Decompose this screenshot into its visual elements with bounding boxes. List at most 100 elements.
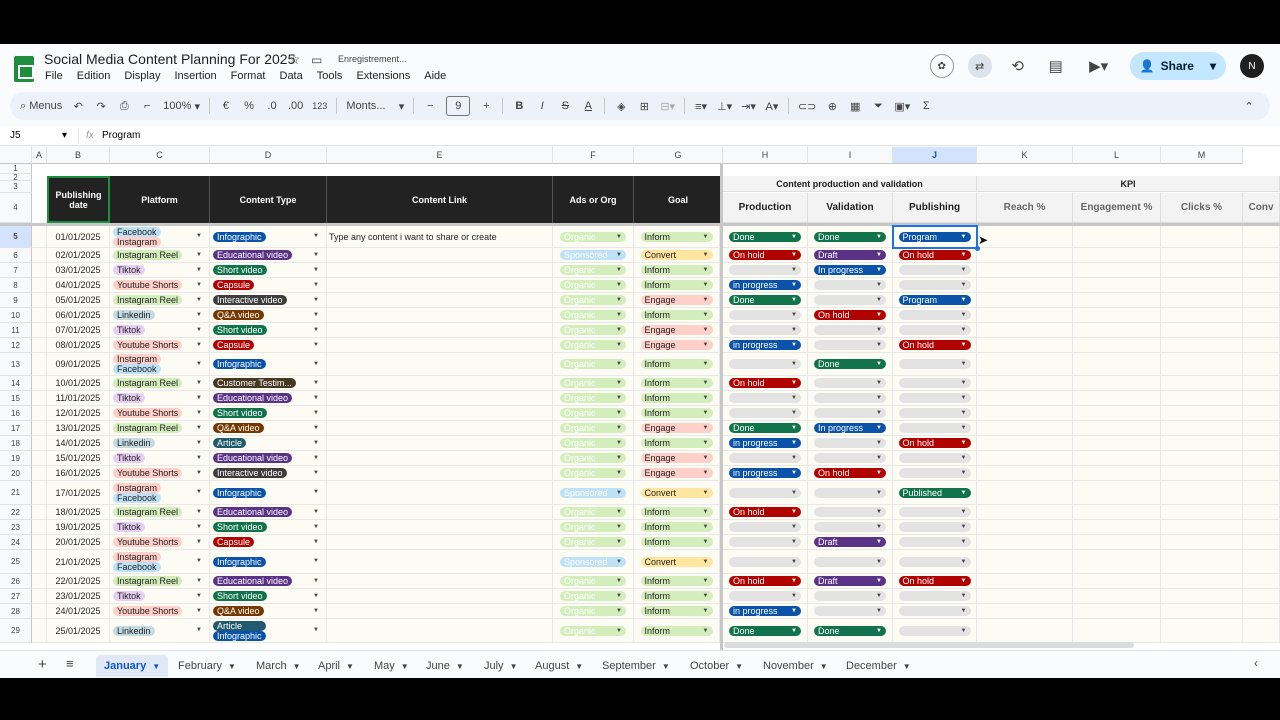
cell-goal[interactable]: Inform ▼ xyxy=(634,574,720,589)
cell-platform[interactable]: Linkedin xyxy=(110,436,210,451)
cell-pub[interactable]: ▼ xyxy=(893,391,977,406)
cell-kpi[interactable] xyxy=(977,436,1073,451)
status-chip[interactable]: ▼ xyxy=(729,265,801,275)
column-header-D[interactable]: D xyxy=(210,147,327,164)
cell-goal[interactable]: Convert ▼ xyxy=(634,550,720,574)
redo-icon[interactable]: ↷ xyxy=(94,96,108,116)
status-chip[interactable]: ▼ xyxy=(729,393,801,403)
dropdown-arrow-icon[interactable]: ▼ xyxy=(703,423,709,433)
status-chip[interactable]: ▼ xyxy=(898,606,971,616)
cell-kpi[interactable] xyxy=(1073,406,1161,421)
cell-kpi[interactable] xyxy=(1243,481,1280,505)
dropdown-arrow-icon[interactable]: ▼ xyxy=(703,340,709,350)
cell-kpi[interactable] xyxy=(1073,481,1161,505)
cell-empty[interactable] xyxy=(32,248,47,263)
dropdown-arrow-icon[interactable]: ▼ xyxy=(313,233,319,239)
status-chip[interactable]: Done ▼ xyxy=(814,625,886,636)
dropdown-arrow-icon[interactable]: ▼ xyxy=(961,537,967,547)
cell-date[interactable]: 08/01/2025 xyxy=(47,338,110,353)
cell-kpi[interactable] xyxy=(1243,619,1280,643)
cell-prod[interactable]: On hold ▼ xyxy=(723,574,808,589)
cell-kpi[interactable] xyxy=(1073,226,1161,248)
cell-date[interactable]: 01/01/2025 xyxy=(47,226,110,248)
cell-empty[interactable] xyxy=(32,338,47,353)
cell-val[interactable]: Done ▼ xyxy=(808,226,893,248)
cell-prod[interactable]: ▼ xyxy=(723,481,808,505)
sheet-tab-july[interactable]: July ▼ xyxy=(476,655,525,677)
name-box[interactable]: J5 xyxy=(10,130,21,141)
cell-kpi[interactable] xyxy=(1161,574,1243,589)
cell-val[interactable]: ▼ xyxy=(808,406,893,421)
cell-kpi[interactable] xyxy=(1161,353,1243,376)
status-chip[interactable]: On hold ▼ xyxy=(814,468,886,478)
status-chip[interactable]: ▼ xyxy=(729,359,801,369)
cell-kpi[interactable] xyxy=(1161,226,1243,248)
cell-empty[interactable] xyxy=(32,421,47,436)
cell-prod[interactable]: in progress ▼ xyxy=(723,338,808,353)
goal-chip[interactable]: Inform ▼ xyxy=(640,280,713,290)
cell-platform[interactable]: Youtube Shorts xyxy=(110,535,210,550)
cell-content-link[interactable] xyxy=(327,353,553,376)
cell-empty[interactable] xyxy=(32,589,47,604)
cell-kpi[interactable] xyxy=(977,278,1073,293)
cell-pub[interactable]: ▼ xyxy=(893,505,977,520)
status-chip[interactable]: ▼ xyxy=(814,325,886,335)
cell-kpi[interactable] xyxy=(977,574,1073,589)
dropdown-arrow-icon[interactable]: ▼ xyxy=(616,280,622,290)
cell-kpi[interactable] xyxy=(1161,604,1243,619)
cell-ads-or-org[interactable]: Sponsored ▼ xyxy=(553,248,634,263)
cell-empty[interactable] xyxy=(32,604,47,619)
dropdown-arrow-icon[interactable]: ▼ xyxy=(196,361,202,367)
cell-pub[interactable]: ▼ xyxy=(893,619,977,643)
ads-chip[interactable]: Sponsored ▼ xyxy=(560,487,626,498)
percent-button[interactable]: % xyxy=(242,96,256,116)
row-header-24[interactable]: 24 xyxy=(0,535,32,550)
dropdown-arrow-icon[interactable]: ▼ xyxy=(313,312,319,318)
dropdown-arrow-icon[interactable]: ▼ xyxy=(616,591,622,601)
dropdown-arrow-icon[interactable]: ▼ xyxy=(616,250,622,260)
cell-kpi[interactable] xyxy=(977,391,1073,406)
row-header-13[interactable]: 13 xyxy=(0,353,32,376)
cell-pub[interactable]: ▼ xyxy=(893,451,977,466)
goal-chip[interactable]: Inform ▼ xyxy=(640,310,713,320)
cell-empty[interactable] xyxy=(32,451,47,466)
cell-kpi[interactable] xyxy=(977,353,1073,376)
cell-kpi[interactable] xyxy=(1243,451,1280,466)
cell-platform[interactable]: Youtube Shorts xyxy=(110,466,210,481)
dropdown-arrow-icon[interactable]: ▼ xyxy=(791,591,797,601)
sheet-tab-march[interactable]: March ▼ xyxy=(248,655,308,677)
dropdown-arrow-icon[interactable]: ▼ xyxy=(961,232,967,242)
cell-pub[interactable]: ▼ xyxy=(893,589,977,604)
cell-kpi[interactable] xyxy=(1073,436,1161,451)
sheets-logo-icon[interactable] xyxy=(14,56,34,82)
cell-val[interactable]: ▼ xyxy=(808,323,893,338)
cell-goal[interactable]: Inform ▼ xyxy=(634,535,720,550)
goal-chip[interactable]: Inform ▼ xyxy=(640,537,713,547)
text-rotation-icon[interactable]: A▾ xyxy=(765,96,779,116)
cell-ads-or-org[interactable]: Organic ▼ xyxy=(553,436,634,451)
status-chip[interactable]: Done ▼ xyxy=(729,295,801,305)
status-chip[interactable]: On hold ▼ xyxy=(898,340,971,350)
cell-kpi[interactable] xyxy=(1073,451,1161,466)
cell-kpi[interactable] xyxy=(977,376,1073,391)
cell-val[interactable]: ▼ xyxy=(808,278,893,293)
dropdown-arrow-icon[interactable]: ▼ xyxy=(196,380,202,386)
cell-date[interactable]: 24/01/2025 xyxy=(47,604,110,619)
dropdown-arrow-icon[interactable]: ▼ xyxy=(703,378,709,388)
dropdown-arrow-icon[interactable]: ▼ xyxy=(313,297,319,303)
cell-platform[interactable]: Linkedin xyxy=(110,308,210,323)
column-header-A[interactable]: A xyxy=(32,147,47,164)
chevron-down-icon[interactable]: ▼ xyxy=(903,662,911,671)
ads-chip[interactable]: Organic ▼ xyxy=(560,325,626,335)
fill-color-icon[interactable]: ◈ xyxy=(614,96,628,116)
cell-platform[interactable]: Instagram Reel xyxy=(110,505,210,520)
status-chip[interactable]: ▼ xyxy=(814,522,886,532)
dropdown-arrow-icon[interactable]: ▼ xyxy=(313,267,319,273)
status-chip[interactable]: Done ▼ xyxy=(729,423,801,433)
dropdown-arrow-icon[interactable]: ▼ xyxy=(616,438,622,448)
cell-empty[interactable] xyxy=(32,308,47,323)
chevron-down-icon[interactable]: ▾ xyxy=(1210,59,1216,73)
dropdown-arrow-icon[interactable]: ▼ xyxy=(791,537,797,547)
cell-empty[interactable] xyxy=(32,505,47,520)
cell-kpi[interactable] xyxy=(1073,466,1161,481)
